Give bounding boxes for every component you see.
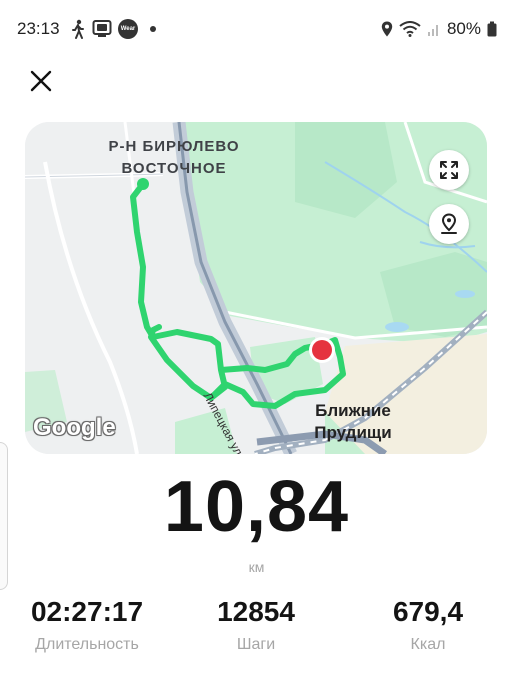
steps-value: 12854 xyxy=(217,596,295,627)
distance-unit: км xyxy=(248,559,265,575)
status-time: 23:13 xyxy=(17,19,60,38)
kcal-value: 679,4 xyxy=(392,596,464,627)
walking-icon xyxy=(72,19,84,39)
pond xyxy=(455,290,475,298)
map-canvas[interactable] xyxy=(25,122,487,454)
status-bar: 23:13 Wear 80% xyxy=(0,0,513,56)
pond xyxy=(385,322,409,332)
wear-icon: Wear xyxy=(118,19,138,39)
district-label-line2: ВОСТОЧНОЕ xyxy=(121,160,227,177)
fullscreen-icon xyxy=(440,161,458,179)
location-pin-icon xyxy=(441,213,457,234)
wifi-icon xyxy=(399,21,421,37)
steps-label: Шаги xyxy=(236,636,276,653)
status-system-icons: 80% xyxy=(381,18,497,40)
duration-value: 02:27:17 xyxy=(30,596,144,627)
district-label: Р-Н БИРЮЛЕВО ВОСТОЧНОЕ xyxy=(99,136,249,180)
route-end-marker-fill xyxy=(312,340,332,360)
place-label-line2: Прудищи xyxy=(314,423,392,442)
location-icon xyxy=(381,21,393,37)
wear-label: Wear xyxy=(120,26,136,32)
google-logo[interactable]: Google xyxy=(33,414,116,442)
close-icon xyxy=(30,70,52,92)
stat-steps: 12854 Шаги xyxy=(196,596,316,654)
district-label-line1: Р-Н БИРЮЛЕВО xyxy=(108,138,240,155)
route-map[interactable]: Р-Н БИРЮЛЕВО ВОСТОЧНОЕ Липецкая ул. Ближ… xyxy=(25,122,487,454)
fullscreen-button[interactable] xyxy=(429,150,469,190)
status-notification-icons: Wear xyxy=(70,18,156,40)
duration-label: Длительность xyxy=(35,636,139,653)
stat-kcal: 679,4 Ккал xyxy=(370,596,486,654)
close-button[interactable] xyxy=(24,64,58,98)
screen-mirror-icon xyxy=(92,20,112,37)
place-label-line1: Ближние xyxy=(315,401,391,420)
distance-value: 10,84 xyxy=(163,467,350,547)
more-notifications-dot xyxy=(150,26,156,32)
battery-icon xyxy=(487,21,497,37)
stat-duration: 02:27:17 Длительность xyxy=(16,596,158,654)
signal-icon xyxy=(427,25,438,36)
battery-percent: 80% xyxy=(446,19,481,38)
my-location-button[interactable] xyxy=(429,204,469,244)
place-label: Ближние Прудищи xyxy=(303,400,403,444)
kcal-label: Ккал xyxy=(410,636,446,653)
